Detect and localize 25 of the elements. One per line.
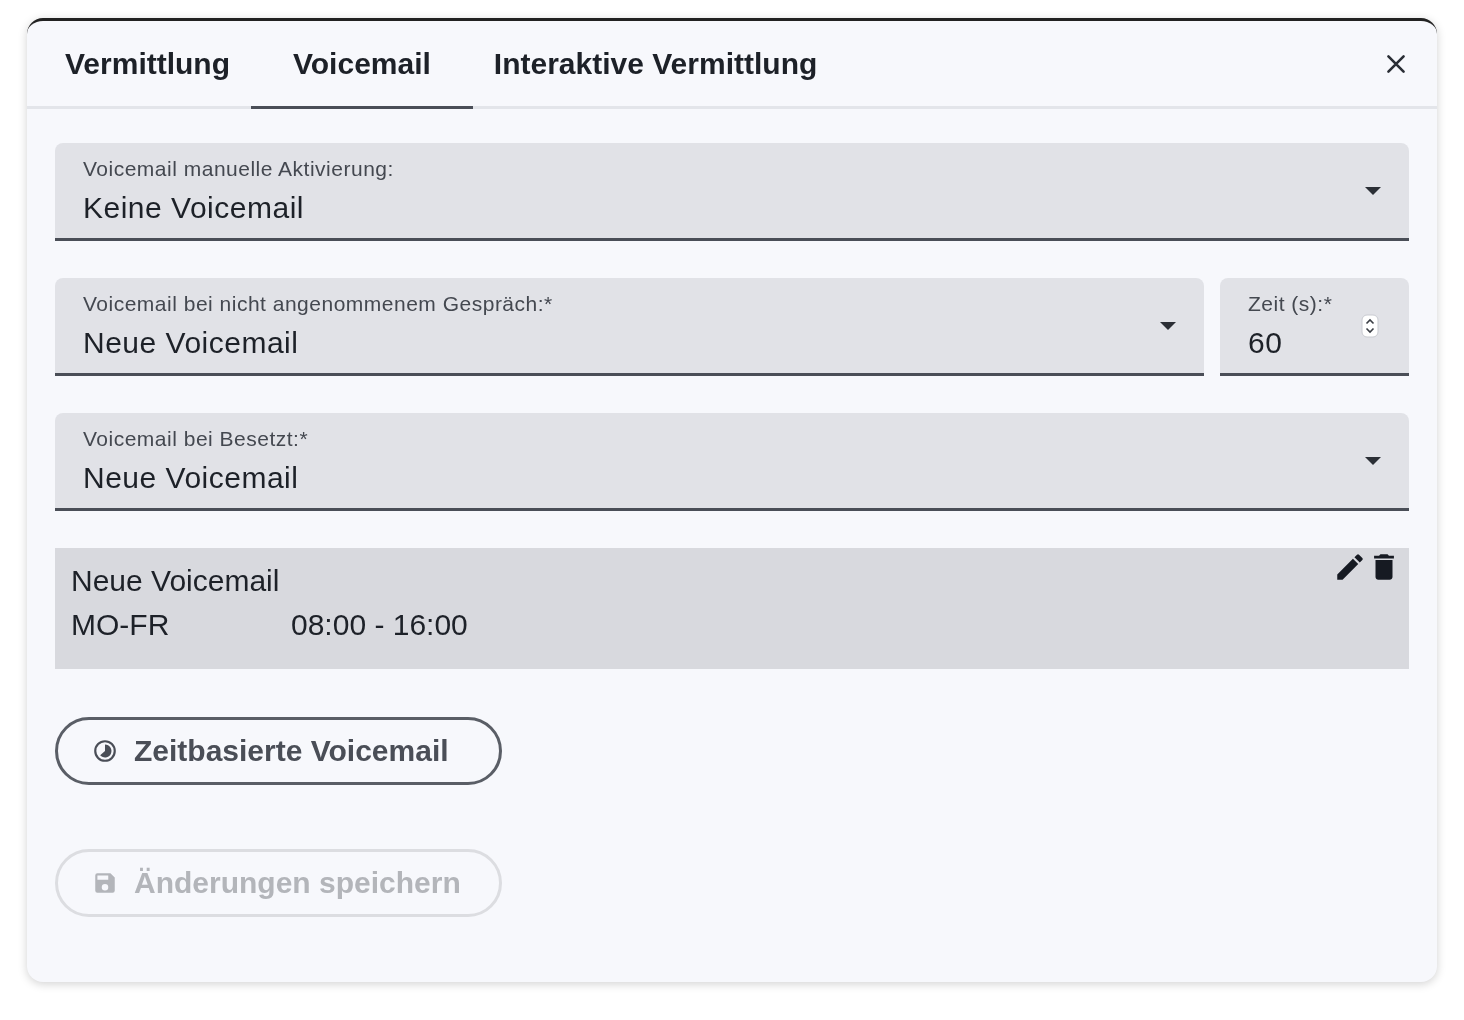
field-label: Voicemail manuelle Aktivierung:	[83, 156, 395, 181]
field-value: 60	[1248, 325, 1284, 360]
tab[interactable]: Interaktive Vermittlung	[472, 21, 839, 109]
save-icon	[92, 870, 118, 896]
field-label: Zeit (s):*	[1248, 291, 1334, 316]
schedule-days: MO-FR	[71, 608, 291, 642]
select-field[interactable]: Voicemail bei Besetzt:* Neue Voicemail	[55, 413, 1409, 511]
select-field[interactable]: Voicemail manuelle Aktivierung: Keine Voicemail	[55, 143, 1409, 241]
spinner-icon[interactable]	[1361, 313, 1379, 338]
tab[interactable]: Voicemail	[251, 21, 473, 109]
field-value: Keine Voicemail	[83, 190, 305, 225]
field-value: Neue Voicemail	[83, 460, 300, 495]
tab[interactable]: Vermittlung	[44, 21, 251, 109]
schedule-hours: 08:00 - 16:00	[291, 608, 468, 642]
dropdown-caret-icon	[1363, 185, 1383, 196]
select-field[interactable]: Voicemail bei nicht angenommenem Gespräch:* Neue Voicemail	[55, 278, 1204, 376]
dropdown-caret-icon	[1158, 320, 1178, 331]
add-button[interactable]: Zeitbasierte Voicemail	[55, 717, 502, 785]
field-label: Voicemail bei Besetzt:*	[83, 426, 310, 451]
dropdown-caret-icon	[1363, 455, 1383, 466]
clock-icon	[92, 738, 118, 764]
field-label: Voicemail bei nicht angenommenem Gespräch:*	[83, 291, 554, 316]
schedule-title: Neue Voicemail	[71, 564, 281, 598]
number-field[interactable]: Zeit (s):* 60	[1220, 278, 1409, 376]
field-value: Neue Voicemail	[83, 325, 300, 360]
